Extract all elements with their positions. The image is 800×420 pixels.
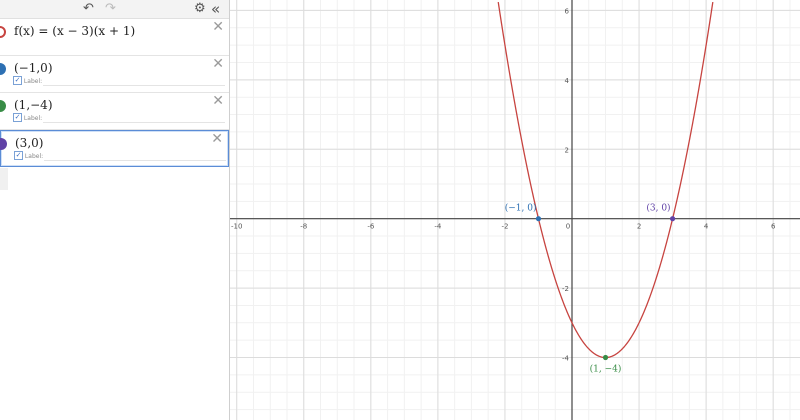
x-tick-label: 6 <box>771 223 776 231</box>
point-marker[interactable] <box>669 216 676 222</box>
y-tick-label: 2 <box>565 146 569 154</box>
y-tick-label: 4 <box>565 77 570 85</box>
delete-expression-icon[interactable]: ✕ <box>212 56 224 72</box>
label-input[interactable] <box>43 122 225 123</box>
label-option: ✓ Label: <box>14 151 226 162</box>
x-tick-label: 0 <box>566 223 570 231</box>
point-expression[interactable]: (−1,0) <box>14 61 53 75</box>
label-caption: Label: <box>23 78 43 85</box>
point-label: (1, −4) <box>590 364 622 375</box>
expression-list: f(x) = (x − 3)(x + 1) ✕ (−1,0) ✕ ✓ Label… <box>0 19 229 167</box>
expression-row-point[interactable]: (−1,0) ✕ ✓ Label: <box>0 56 229 93</box>
redo-icon[interactable]: ↷ <box>105 0 116 18</box>
label-option: ✓ Label: <box>13 113 225 124</box>
x-tick-label: 4 <box>704 223 709 231</box>
x-tick-label: 2 <box>637 223 641 231</box>
delete-expression-icon[interactable]: ✕ <box>212 93 224 109</box>
y-tick-label: -2 <box>562 285 569 293</box>
x-tick-label: -10 <box>231 223 242 231</box>
expression-row-point[interactable]: (3,0) ✕ ✓ Label: <box>0 130 229 167</box>
label-input[interactable] <box>44 160 226 161</box>
undo-icon[interactable]: ↶ <box>83 0 94 18</box>
point-expression[interactable]: (3,0) <box>15 136 43 150</box>
x-tick-label: -6 <box>367 223 375 231</box>
label-input[interactable] <box>43 85 225 86</box>
expression-toolbar: ↶ ↷ ⚙ « <box>0 0 229 19</box>
label-checkbox[interactable]: ✓ <box>13 76 22 85</box>
point-color-icon[interactable] <box>0 100 6 112</box>
label-caption: Label: <box>23 115 43 122</box>
point-expression[interactable]: (1,−4) <box>14 98 53 112</box>
x-tick-label: -4 <box>434 223 442 231</box>
y-tick-label: -4 <box>562 355 570 363</box>
label-checkbox[interactable]: ✓ <box>13 113 22 122</box>
point-color-icon[interactable] <box>0 63 6 75</box>
label-option: ✓ Label: <box>13 76 225 87</box>
expression-row-point[interactable]: (1,−4) ✕ ✓ Label: <box>0 93 229 130</box>
delete-expression-icon[interactable]: ✕ <box>212 19 224 35</box>
label-caption: Label: <box>24 153 44 160</box>
expression-row-function[interactable]: f(x) = (x − 3)(x + 1) ✕ <box>0 19 229 56</box>
x-tick-label: -8 <box>300 223 307 231</box>
function-color-icon[interactable] <box>0 26 6 38</box>
function-expression[interactable]: f(x) = (x − 3)(x + 1) <box>14 24 135 38</box>
panel-resize-handle[interactable] <box>0 168 8 190</box>
double-chevron-left-icon[interactable]: « <box>211 0 220 18</box>
graph-canvas[interactable]: -10 -8 -6 -4 -2 0 2 4 6 6 4 2 -2 -4 (−1, 0) (1, −4) (3, … <box>230 0 800 420</box>
y-tick-label: 6 <box>565 7 570 15</box>
label-checkbox[interactable]: ✓ <box>14 151 23 160</box>
gear-icon[interactable]: ⚙ <box>194 0 206 18</box>
delete-expression-icon[interactable]: ✕ <box>211 131 223 147</box>
point-marker[interactable] <box>535 216 542 222</box>
expression-panel: ↶ ↷ ⚙ « f(x) = (x − 3)(x + 1) ✕ (−1,0) ✕… <box>0 0 230 420</box>
point-color-icon[interactable] <box>0 138 7 150</box>
point-label: (−1, 0) <box>505 203 537 214</box>
point-marker[interactable] <box>602 354 609 361</box>
x-tick-label: -2 <box>501 223 508 231</box>
point-label: (3, 0) <box>646 203 670 214</box>
